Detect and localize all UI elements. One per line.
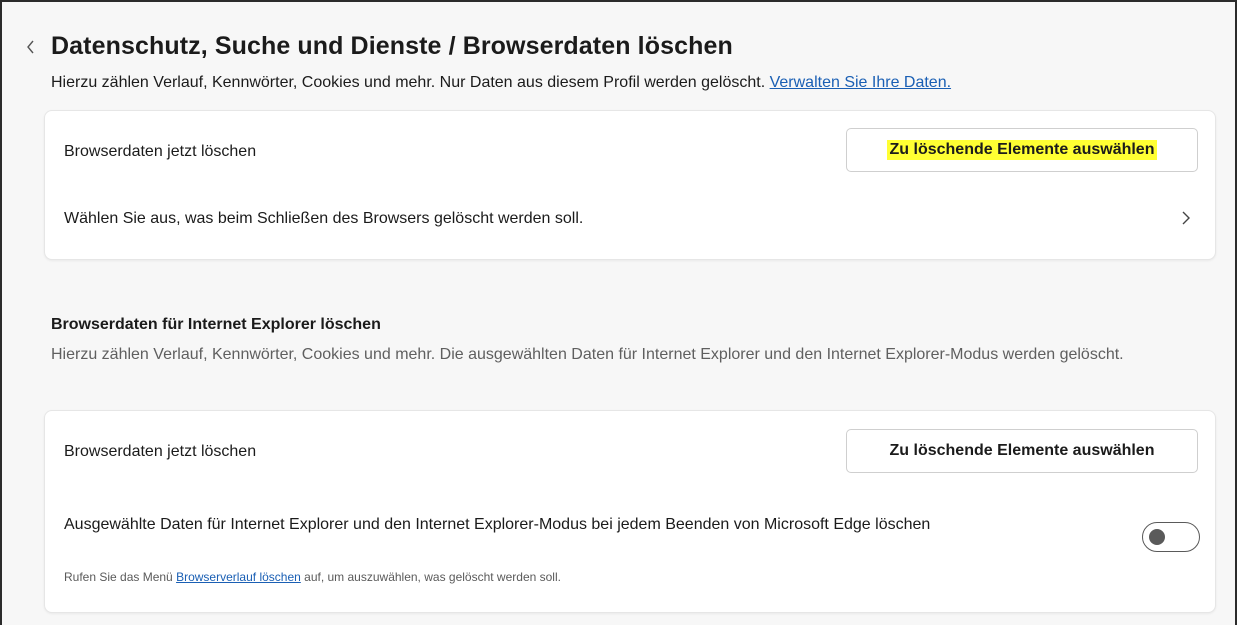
manage-data-link[interactable]: Verwalten Sie Ihre Daten. <box>770 74 951 91</box>
chevron-right-icon <box>1182 211 1190 225</box>
toggle-knob <box>1149 529 1165 545</box>
ie-clear-on-exit-toggle[interactable] <box>1142 522 1200 552</box>
ie-hint-text: Rufen Sie das Menü Browserverlauf lösche… <box>64 570 561 584</box>
clear-now-label: Browserdaten jetzt löschen <box>64 143 257 160</box>
back-button[interactable] <box>20 35 42 59</box>
page-description: Hierzu zählen Verlauf, Kennwörter, Cooki… <box>51 74 951 92</box>
clear-on-close-chevron[interactable] <box>1181 210 1195 228</box>
ie-choose-what-to-clear-button[interactable]: Zu löschende Elemente auswählen <box>846 429 1198 473</box>
settings-page: Datenschutz, Suche und Dienste / Browser… <box>0 0 1237 625</box>
clear-on-close-row[interactable]: Wählen Sie aus, was beim Schließen des B… <box>64 210 583 228</box>
ie-hint-suffix: auf, um auszuwählen, was gelöscht werden… <box>304 570 561 584</box>
ie-section-title: Browserdaten für Internet Explorer lösch… <box>51 316 381 333</box>
choose-what-to-clear-button[interactable]: Zu löschende Elemente auswählen <box>846 128 1198 172</box>
ie-clear-on-exit-label: Ausgewählte Daten für Internet Explorer … <box>64 516 931 533</box>
ie-section-description: Hierzu zählen Verlauf, Kennwörter, Cooki… <box>51 346 1124 363</box>
chevron-left-icon <box>27 40 34 54</box>
page-title: Datenschutz, Suche und Dienste / Browser… <box>51 32 733 60</box>
browsing-history-link[interactable]: Browserverlauf löschen <box>176 570 301 584</box>
ie-clear-now-label: Browserdaten jetzt löschen <box>64 443 257 460</box>
clear-browsing-data-card: Browserdaten jetzt löschen Zu löschende … <box>44 110 1216 260</box>
ie-hint-prefix: Rufen Sie das Menü <box>64 570 173 584</box>
choose-what-to-clear-button-label: Zu löschende Elemente auswählen <box>886 140 1158 160</box>
page-description-text: Hierzu zählen Verlauf, Kennwörter, Cooki… <box>51 74 766 91</box>
